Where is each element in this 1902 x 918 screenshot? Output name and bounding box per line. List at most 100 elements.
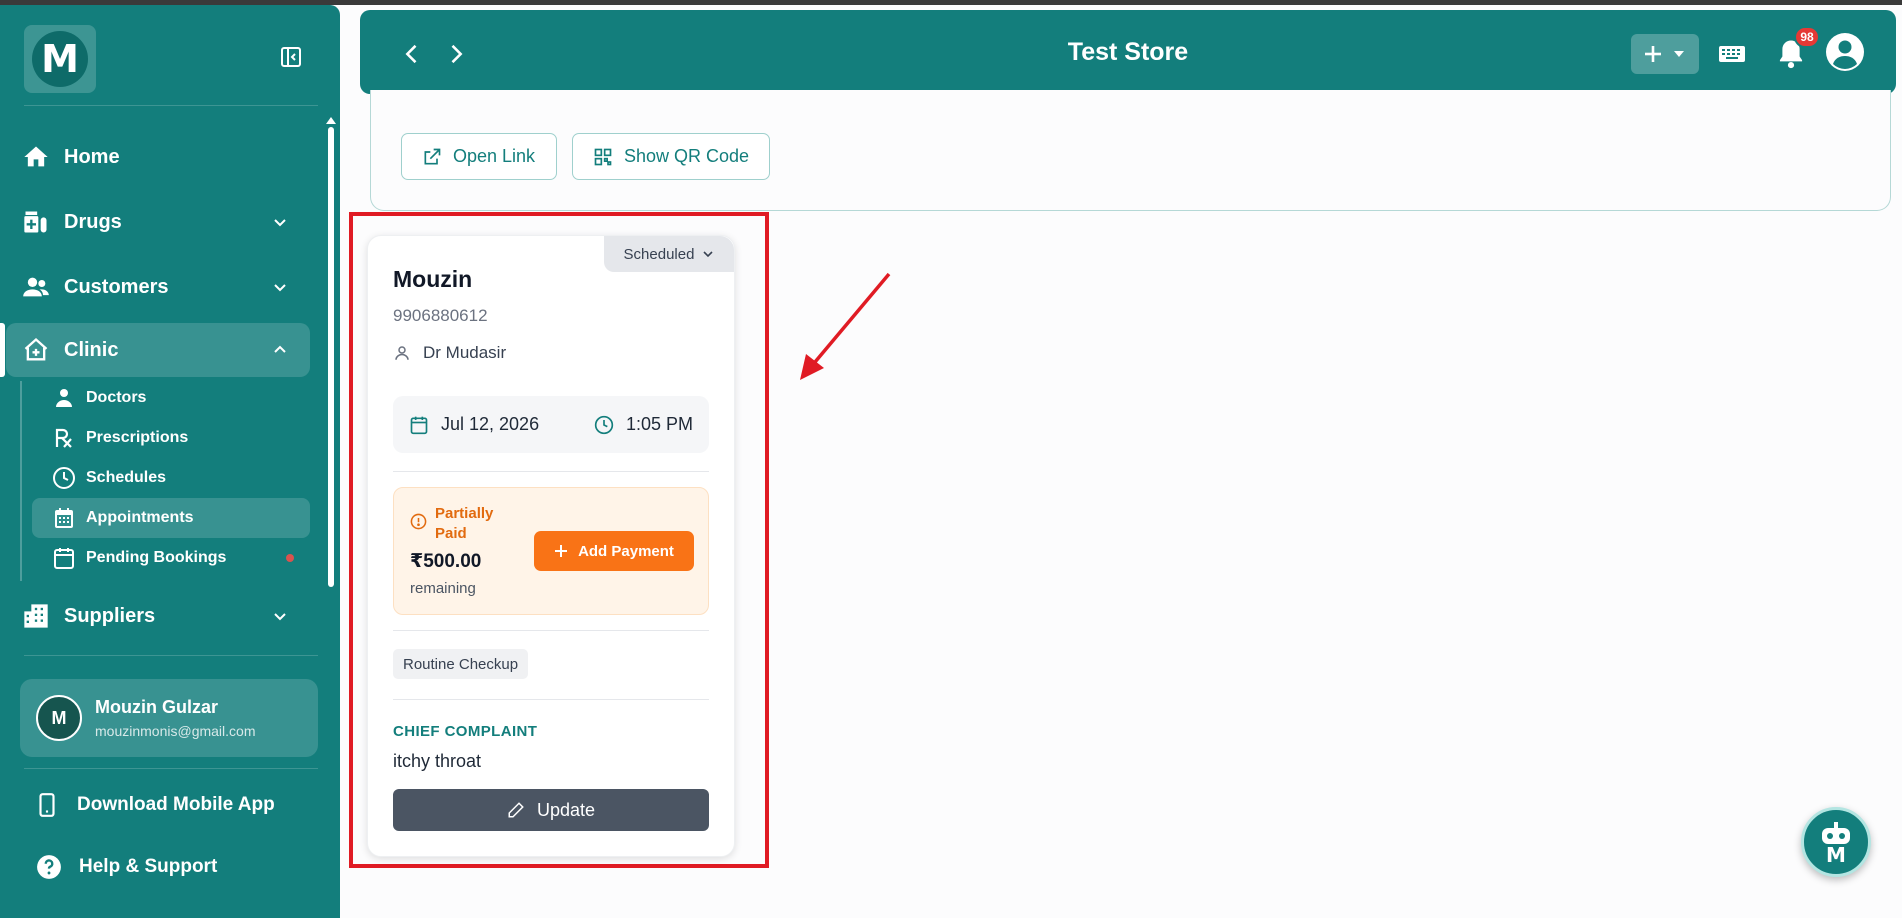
sidebar-item-prescriptions[interactable]: Prescriptions xyxy=(32,418,310,458)
sidebar-item-label: Pending Bookings xyxy=(86,549,227,566)
appointment-type-tag: Routine Checkup xyxy=(393,649,529,679)
sidebar-item-label: Prescriptions xyxy=(86,429,189,446)
sidebar-item-pending-bookings[interactable]: Pending Bookings xyxy=(32,538,310,578)
logo-letter: M xyxy=(32,31,88,87)
update-button[interactable]: Update xyxy=(393,789,709,831)
quick-add-button[interactable] xyxy=(1631,34,1699,74)
rx-icon xyxy=(55,428,72,448)
sidebar-item-label: Suppliers xyxy=(64,604,156,627)
status-label: Scheduled xyxy=(623,245,695,263)
user-profile-card[interactable]: M Mouzin Gulzar mouzinmonis@gmail.com xyxy=(20,679,318,757)
card-divider xyxy=(393,471,709,472)
remaining-label: remaining xyxy=(410,580,476,597)
chevron-down-icon xyxy=(274,613,286,621)
sidebar-divider xyxy=(24,768,318,769)
active-indicator xyxy=(0,323,5,377)
sidebar-item-label: Customers xyxy=(64,275,169,298)
calendar-icon xyxy=(55,508,73,528)
appointment-date: Jul 12, 2026 xyxy=(409,414,539,435)
assistant-bot-button[interactable]: M xyxy=(1801,807,1871,877)
payment-status-text: Partially Paid xyxy=(435,505,494,542)
download-app-label: Download Mobile App xyxy=(77,794,275,815)
keyboard-icon[interactable] xyxy=(1718,42,1746,66)
top-header: Test Store 98 xyxy=(360,10,1896,94)
date-text: Jul 12, 2026 xyxy=(441,414,540,434)
sidebar-divider xyxy=(24,105,318,106)
help-support[interactable]: Help & Support xyxy=(0,842,330,892)
patient-phone: 9906880612 xyxy=(393,306,488,325)
card-divider xyxy=(393,699,709,700)
customers-icon xyxy=(23,277,49,297)
sidebar-item-drugs[interactable]: Drugs xyxy=(0,195,310,249)
sidebar-item-home[interactable]: Home xyxy=(0,130,310,184)
sidebar-item-suppliers[interactable]: Suppliers xyxy=(0,589,310,643)
sidebar: M Home Drugs Customers Clinic Doctors Pr… xyxy=(0,5,340,918)
alert-circle-icon xyxy=(410,513,427,530)
download-mobile-app[interactable]: Download Mobile App xyxy=(0,780,330,830)
sidebar-item-label: Schedules xyxy=(86,469,167,486)
external-link-icon xyxy=(424,148,441,164)
clinic-icon xyxy=(24,337,48,361)
add-payment-button[interactable]: Add Payment xyxy=(534,531,694,571)
sidebar-divider xyxy=(24,655,318,656)
plus-icon xyxy=(555,545,568,557)
app-logo[interactable]: M xyxy=(24,25,96,93)
help-icon xyxy=(37,855,61,879)
card-divider xyxy=(393,630,709,631)
chevron-down-icon xyxy=(274,219,286,227)
sidebar-scrollbar[interactable] xyxy=(328,127,334,587)
profile-icon[interactable] xyxy=(1825,32,1865,72)
home-icon xyxy=(24,146,48,167)
calendar-blank-icon xyxy=(54,548,74,569)
user-email: mouzinmonis@gmail.com xyxy=(95,723,256,739)
sidebar-item-customers[interactable]: Customers xyxy=(0,260,310,314)
open-link-button[interactable]: Open Link xyxy=(401,133,557,180)
sidebar-item-clinic[interactable]: Clinic xyxy=(6,323,310,377)
drugs-icon xyxy=(24,211,47,233)
sidebar-item-label: Appointments xyxy=(86,509,194,526)
mobile-phone-icon xyxy=(39,793,55,817)
patient-name: Mouzin xyxy=(393,266,473,292)
show-qr-label: Show QR Code xyxy=(624,146,750,166)
avatar: M xyxy=(36,695,82,741)
sidebar-item-schedules[interactable]: Schedules xyxy=(32,458,310,498)
chief-complaint-text: itchy throat xyxy=(393,751,482,771)
robot-icon: M xyxy=(1822,822,1850,864)
plus-icon xyxy=(1645,46,1661,62)
user-icon xyxy=(395,346,409,360)
sidebar-item-label: Clinic xyxy=(64,338,119,361)
doctor-name: Dr Mudasir xyxy=(423,343,507,362)
sidebar-collapse-icon[interactable] xyxy=(279,45,303,69)
calendar-icon xyxy=(410,416,428,434)
payment-box: Partially Paid ₹500.00 remaining Add Pay… xyxy=(393,487,709,615)
datetime-box: Jul 12, 2026 1:05 PM xyxy=(393,396,709,453)
sidebar-item-label: Home xyxy=(64,145,120,168)
qr-code-icon xyxy=(594,148,612,165)
user-name: Mouzin Gulzar xyxy=(95,697,218,717)
chevron-down-icon xyxy=(703,251,714,258)
pencil-icon xyxy=(508,802,524,818)
open-link-label: Open Link xyxy=(453,146,536,166)
clock-icon xyxy=(53,467,75,489)
annotation-arrow xyxy=(800,272,891,380)
doctor-icon xyxy=(56,389,72,407)
status-dropdown[interactable]: Scheduled xyxy=(604,236,734,272)
sidebar-item-label: Drugs xyxy=(64,210,122,233)
chevron-up-icon xyxy=(274,345,286,353)
appointment-card: Scheduled Mouzin 9906880612 Dr Mudasir J… xyxy=(367,235,735,857)
clock-icon xyxy=(594,415,614,434)
scroll-up-arrow[interactable] xyxy=(326,117,336,124)
show-qr-code-button[interactable]: Show QR Code xyxy=(572,133,770,180)
doctor-row: Dr Mudasir xyxy=(393,341,506,365)
suppliers-icon xyxy=(24,604,48,628)
caret-down-icon xyxy=(1674,51,1684,57)
time-text: 1:05 PM xyxy=(625,414,693,434)
sidebar-item-appointments[interactable]: Appointments xyxy=(32,498,310,538)
sidebar-item-doctors[interactable]: Doctors xyxy=(32,378,310,418)
chief-complaint-label: CHIEF COMPLAINT xyxy=(393,723,538,740)
submenu-guide-line xyxy=(20,381,22,581)
notification-badge: 98 xyxy=(1794,26,1820,48)
add-payment-label: Add Payment xyxy=(578,542,674,560)
appointment-time: 1:05 PM xyxy=(594,414,693,435)
payment-status: Partially Paid xyxy=(410,504,515,544)
